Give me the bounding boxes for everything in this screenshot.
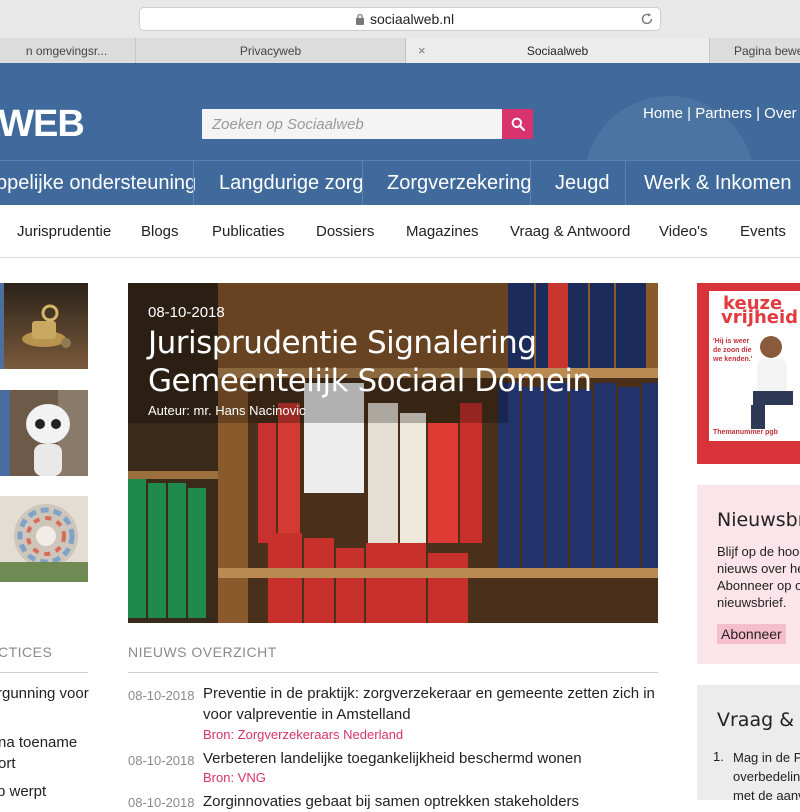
magazine-person-image xyxy=(751,336,793,429)
subnav-videos[interactable]: Video's xyxy=(659,223,707,240)
left-item-2b[interactable]: ort xyxy=(0,755,16,772)
hero-title[interactable]: Jurisprudentie Signalering Gemeentelijk … xyxy=(148,324,628,400)
subscribe-button[interactable]: Abonneer xyxy=(717,624,786,644)
left-item-2[interactable]: na toename xyxy=(0,734,77,751)
address-bar[interactable]: sociaalweb.nl xyxy=(139,7,661,31)
search-input[interactable] xyxy=(202,109,502,139)
subnav-dossiers[interactable]: Dossiers xyxy=(316,223,374,240)
subnav-blogs[interactable]: Blogs xyxy=(141,223,179,240)
hero-date: 08-10-2018 xyxy=(148,304,225,321)
lock-icon xyxy=(356,13,364,25)
tab-privacyweb[interactable]: Privacyweb xyxy=(136,38,406,63)
nav-separator xyxy=(625,161,626,205)
news-item-title[interactable]: Preventie in de praktijk: zorgverzekeraa… xyxy=(203,683,663,725)
qa-item-number: 1. xyxy=(713,749,724,764)
left-section-heading: CTICES xyxy=(0,644,53,660)
nav-jeugd[interactable]: Jeugd xyxy=(555,161,610,205)
robot-image xyxy=(0,390,88,476)
sub-nav: Jurisprudentie Blogs Publicaties Dossier… xyxy=(0,205,800,258)
newsletter-box: Nieuwsbrief Blijf op de hoogte nieuws ov… xyxy=(697,485,800,664)
site-header: LWEB Home | Partners | Over S xyxy=(0,63,800,160)
nav-separator xyxy=(362,161,363,205)
left-item-1[interactable]: rgunning voor xyxy=(0,685,89,702)
hero-author: Auteur: mr. Hans Nacinovic xyxy=(148,403,306,418)
thumb-robot-image[interactable] xyxy=(0,390,88,476)
news-item-source: Bron: VNG xyxy=(203,770,266,785)
nav-separator xyxy=(530,161,531,205)
top-links[interactable]: Home | Partners | Over S xyxy=(643,105,800,122)
magazine-cover[interactable]: keuze vrijheid 'Hij is weer de zoon die … xyxy=(697,283,800,464)
nav-maatschappelijke-ondersteuning[interactable]: ppelijke ondersteuning xyxy=(0,161,196,205)
tab-sociaalweb[interactable]: × Sociaalweb xyxy=(406,38,710,63)
news-item-date: 08-10-2018 xyxy=(128,795,195,810)
subnav-magazines[interactable]: Magazines xyxy=(406,223,479,240)
news-item-title[interactable]: Verbeteren landelijke toegankelijkheid b… xyxy=(203,748,663,769)
thumb-wheel-image[interactable] xyxy=(0,496,88,582)
nav-werk-inkomen[interactable]: Werk & Inkomen xyxy=(644,161,791,205)
close-tab-icon[interactable]: × xyxy=(418,43,426,58)
subnav-jurisprudentie[interactable]: Jurisprudentie xyxy=(17,223,111,240)
nav-separator xyxy=(193,161,194,205)
wheel-image xyxy=(0,496,88,582)
tab-omgevingsrecht[interactable]: n omgevingsr... xyxy=(0,38,136,63)
news-item-date: 08-10-2018 xyxy=(128,753,195,768)
news-item-title[interactable]: Zorginnovaties gebaat bij samen optrekke… xyxy=(203,791,663,812)
reload-icon[interactable] xyxy=(640,12,654,26)
news-item-date: 08-10-2018 xyxy=(128,688,195,703)
subnav-publicaties[interactable]: Publicaties xyxy=(212,223,285,240)
main-nav: ppelijke ondersteuning Langdurige zorg Z… xyxy=(0,160,800,205)
news-item-source: Bron: Zorgverzekeraars Nederland xyxy=(203,727,404,742)
site-logo[interactable]: LWEB xyxy=(0,103,85,146)
qa-title: Vraag & Antwoord xyxy=(717,709,800,731)
search-icon xyxy=(511,117,525,131)
nav-zorgverzekering[interactable]: Zorgverzekering xyxy=(387,161,532,205)
subnav-events[interactable]: Events xyxy=(740,223,786,240)
qa-item-text[interactable]: Mag in de P overbedelin met de aanv xyxy=(733,748,800,800)
left-divider xyxy=(0,672,88,673)
newsletter-title: Nieuwsbrief xyxy=(717,509,800,531)
magazine-caption: Themanummer pgb xyxy=(713,429,778,436)
news-divider xyxy=(128,672,658,673)
left-item-3[interactable]: p werpt xyxy=(0,783,46,800)
thumb-piggybank-image[interactable] xyxy=(0,283,88,369)
tab-pagina-bewerken[interactable]: Pagina bewe xyxy=(710,38,800,63)
browser-chrome: sociaalweb.nl n omgevingsr... Privacyweb… xyxy=(0,0,800,63)
subnav-vraag-antwoord[interactable]: Vraag & Antwoord xyxy=(510,223,630,240)
url-text: sociaalweb.nl xyxy=(370,11,455,27)
newsletter-text: Blijf op de hoogte nieuws over het Abonn… xyxy=(717,544,800,610)
qa-box: Vraag & Antwoord 1. Mag in de P overbede… xyxy=(697,685,800,800)
nav-langdurige-zorg[interactable]: Langdurige zorg xyxy=(219,161,364,205)
news-section-heading: NIEUWS OVERZICHT xyxy=(128,644,277,660)
search-button[interactable] xyxy=(502,109,533,139)
piggybank-image xyxy=(0,283,88,369)
magazine-title-2: vrijheid xyxy=(721,307,799,328)
